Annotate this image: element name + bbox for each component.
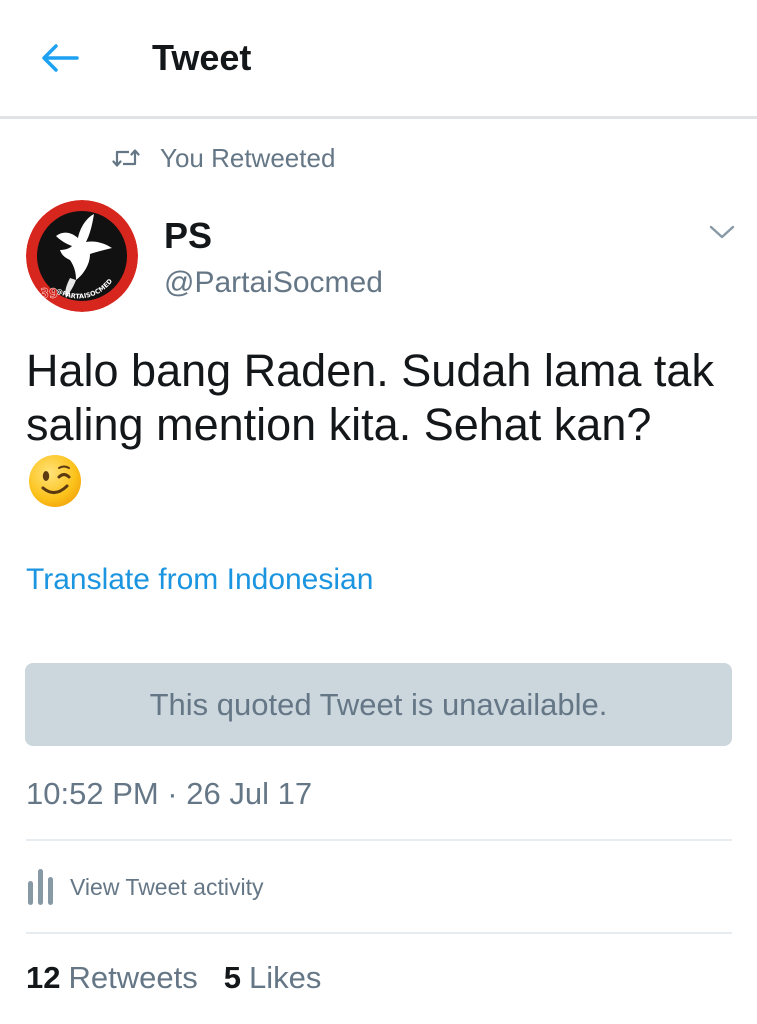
divider [26,932,732,934]
translate-link[interactable]: Translate from Indonesian [26,561,373,599]
retweets-count: 12 [26,960,61,995]
author-handle[interactable]: @PartaiSocmed [164,264,383,302]
likes-label: Likes [248,960,322,995]
likes-stat[interactable]: 5 Likes [224,956,322,1000]
top-bar: Tweet [0,0,757,119]
svg-text:39: 39 [40,287,58,302]
view-tweet-activity-label: View Tweet activity [70,873,264,900]
divider [26,839,732,841]
more-options-button[interactable] [704,214,740,250]
dove-logo-icon: @PARTAISOCMED 39 [26,200,138,312]
page-title: Tweet [152,37,252,78]
retweets-label: Retweets [68,960,198,995]
back-arrow-icon [42,44,79,72]
bar-chart-icon [26,865,60,909]
back-button[interactable] [38,38,82,78]
quoted-tweet-unavailable: This quoted Tweet is unavailable. [25,663,732,746]
winking-face-icon [28,454,82,508]
view-tweet-activity-button[interactable]: View Tweet activity [26,862,263,912]
retweet-context-label: You Retweeted [160,142,336,173]
engagement-stats: 12 Retweets 5 Likes [26,956,347,1000]
avatar[interactable]: @PARTAISOCMED 39 [26,200,138,312]
chevron-down-icon [709,225,735,239]
retweets-stat[interactable]: 12 Retweets [26,956,198,1000]
author-name[interactable]: PS [164,214,212,258]
retweet-icon [112,144,140,172]
likes-count: 5 [223,960,241,995]
retweet-context: You Retweeted [112,140,335,176]
tweet-timestamp: 10:52 PM · 26 Jul 17 [26,776,313,811]
tweet-text: Halo bang Raden. Sudah lama tak saling m… [26,345,714,450]
